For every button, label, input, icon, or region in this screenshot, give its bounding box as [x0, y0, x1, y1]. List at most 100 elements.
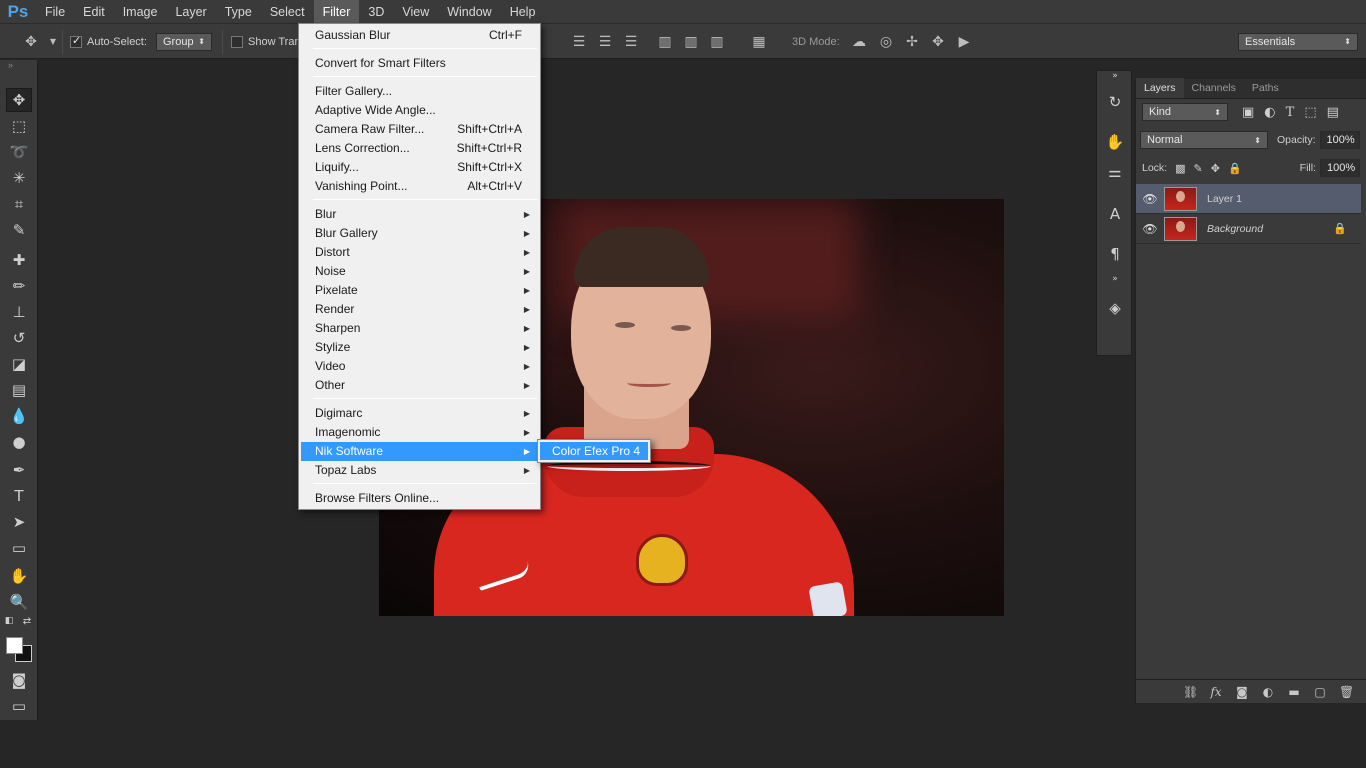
foreground-color-swatch[interactable] [6, 637, 23, 654]
menu-file[interactable]: File [36, 0, 74, 24]
character-panel-icon[interactable]: A [1104, 203, 1126, 225]
move-tool-preset-icon[interactable]: ✥ [22, 33, 40, 51]
brush-panel-icon[interactable]: ⚌ [1104, 161, 1126, 183]
layer-row-background[interactable]: 👁 Background 🔒 [1136, 214, 1361, 244]
menu-item-topaz-labs[interactable]: Topaz Labs ▶ [301, 461, 538, 480]
move-tool-icon[interactable]: ✥ [6, 88, 32, 112]
path-selection-tool-icon[interactable]: ➤ [6, 510, 32, 534]
healing-brush-tool-icon[interactable]: ✚ [6, 248, 32, 272]
gradient-tool-icon[interactable]: ▤ [6, 378, 32, 402]
new-layer-icon[interactable]: ▢ [1313, 685, 1327, 699]
menu-item-color-efex-pro-4[interactable]: Color Efex Pro 4 [540, 442, 648, 460]
filter-type-icon[interactable]: T [1286, 105, 1295, 120]
history-brush-tool-icon[interactable]: ↺ [6, 326, 32, 350]
lock-image-icon[interactable]: ✎ [1194, 162, 1203, 175]
3d-camera-icon[interactable]: ▶ [955, 33, 973, 51]
toolbar-grip[interactable]: » [0, 60, 37, 72]
layer-row-layer-1[interactable]: 👁 Layer 1 [1136, 184, 1361, 214]
menu-item-stylize[interactable]: Stylize ▶ [301, 338, 538, 357]
dodge-tool-icon[interactable]: ● [6, 430, 32, 454]
eraser-tool-icon[interactable]: ◪ [6, 352, 32, 376]
visibility-eye-icon[interactable]: 👁 [1136, 192, 1164, 206]
new-group-icon[interactable]: ▬ [1287, 685, 1301, 699]
menu-item-sharpen[interactable]: Sharpen ▶ [301, 319, 538, 338]
menu-item-nik-software[interactable]: Nik Software ▶ [301, 442, 538, 461]
menu-item-noise[interactable]: Noise ▶ [301, 262, 538, 281]
blur-tool-icon[interactable]: 💧 [6, 404, 32, 428]
menu-edit[interactable]: Edit [74, 0, 114, 24]
lock-transparent-icon[interactable]: ▩ [1175, 162, 1185, 175]
menu-item-other[interactable]: Other ▶ [301, 376, 538, 395]
menu-item-render[interactable]: Render ▶ [301, 300, 538, 319]
adjustment-layer-icon[interactable]: ◐ [1261, 685, 1275, 699]
auto-align-layers-icon[interactable]: ▦ [750, 33, 768, 51]
rectangle-tool-icon[interactable]: ▭ [6, 536, 32, 560]
type-tool-icon[interactable]: T [6, 484, 32, 508]
align-horizontal-center-icon[interactable]: ▥ [682, 33, 700, 51]
3d-rotate-icon[interactable]: ☁ [850, 33, 868, 51]
auto-select-checkbox[interactable] [70, 34, 82, 48]
3d-roll-icon[interactable]: ◎ [877, 33, 895, 51]
zoom-tool-icon[interactable]: 🔍 [6, 590, 32, 614]
lock-position-icon[interactable]: ✥ [1211, 162, 1220, 175]
menu-type[interactable]: Type [216, 0, 261, 24]
align-right-icon[interactable]: ▥ [708, 33, 726, 51]
dock-expand-icon[interactable]: » [1104, 274, 1126, 284]
menu-item-filter-gallery[interactable]: Filter Gallery... [301, 82, 538, 101]
tab-paths[interactable]: Paths [1244, 78, 1287, 98]
align-left-icon[interactable]: ▥ [656, 33, 674, 51]
auto-select-mode-dropdown[interactable]: Group ⬍ [156, 32, 212, 51]
clone-stamp-tool-icon[interactable]: ⊥ [6, 300, 32, 324]
3d-panel-icon[interactable]: ◈ [1104, 297, 1126, 319]
menu-view[interactable]: View [393, 0, 438, 24]
pen-tool-icon[interactable]: ✒ [6, 458, 32, 482]
filter-shape-icon[interactable]: ⬚ [1304, 105, 1316, 120]
visibility-eye-icon[interactable]: 👁 [1136, 222, 1164, 236]
menu-image[interactable]: Image [114, 0, 167, 24]
3d-drag-icon[interactable]: ✢ [903, 33, 921, 51]
menu-3d[interactable]: 3D [359, 0, 393, 24]
delete-layer-icon[interactable]: 🗑 [1339, 685, 1354, 699]
marquee-tool-icon[interactable]: ⬚ [6, 114, 32, 138]
opacity-input[interactable]: 100% [1319, 131, 1360, 149]
menu-filter[interactable]: Filter [313, 0, 360, 24]
lasso-tool-icon[interactable]: ➰ [6, 140, 32, 164]
menu-item-browse-filters-online[interactable]: Browse Filters Online... [301, 489, 538, 508]
align-bottom-icon[interactable]: ☰ [622, 33, 640, 51]
add-mask-icon[interactable]: ◙ [1235, 685, 1249, 699]
hand-tool-icon[interactable]: ✋ [6, 564, 32, 588]
show-transform-checkbox[interactable] [231, 35, 243, 48]
link-layers-icon[interactable]: ⛓ [1183, 685, 1198, 699]
menu-item-blur-gallery[interactable]: Blur Gallery ▶ [301, 224, 538, 243]
menu-item-adaptive-wide-angle[interactable]: Adaptive Wide Angle... [301, 101, 538, 120]
dock-expand-icon[interactable]: » [1104, 71, 1126, 81]
workspace-dropdown[interactable]: Essentials ⬍ [1238, 32, 1358, 51]
brush-presets-panel-icon[interactable]: ✋ [1104, 131, 1126, 153]
layer-style-fx-icon[interactable]: fx [1209, 685, 1223, 699]
brush-tool-icon[interactable]: ✏ [6, 274, 32, 298]
menu-item-pixelate[interactable]: Pixelate ▶ [301, 281, 538, 300]
preset-dropdown-arrow-icon[interactable]: ▼ [44, 33, 62, 51]
fill-input[interactable]: 100% [1320, 159, 1360, 177]
menu-item-imagenomic[interactable]: Imagenomic ▶ [301, 423, 538, 442]
menu-item-digimarc[interactable]: Digimarc ▶ [301, 404, 538, 423]
history-panel-icon[interactable]: ↻ [1104, 91, 1126, 113]
magic-wand-tool-icon[interactable]: ✳ [6, 166, 32, 190]
menu-item-liquify[interactable]: Liquify... Shift+Ctrl+X [301, 158, 538, 177]
align-vertical-center-icon[interactable]: ☰ [596, 33, 614, 51]
menu-item-camera-raw-filter[interactable]: Camera Raw Filter... Shift+Ctrl+A [301, 120, 538, 139]
align-top-icon[interactable]: ☰ [570, 33, 588, 51]
menu-item-vanishing-point[interactable]: Vanishing Point... Alt+Ctrl+V [301, 177, 538, 196]
filter-smart-object-icon[interactable]: ▤ [1327, 105, 1339, 120]
menu-layer[interactable]: Layer [166, 0, 215, 24]
layer-filter-dropdown[interactable]: Kind ⬍ [1142, 103, 1228, 121]
swap-colors-icon[interactable]: ⇄ [20, 614, 34, 628]
filter-adjustment-icon[interactable]: ◐ [1264, 105, 1275, 120]
menu-item-blur[interactable]: Blur ▶ [301, 205, 538, 224]
menu-help[interactable]: Help [501, 0, 545, 24]
tab-channels[interactable]: Channels [1184, 78, 1244, 98]
blend-mode-dropdown[interactable]: Normal ⬍ [1140, 131, 1268, 149]
quick-mask-icon[interactable]: ◙ [6, 668, 32, 692]
screen-mode-icon[interactable]: ▭ [6, 694, 32, 718]
3d-slide-icon[interactable]: ✥ [929, 33, 947, 51]
